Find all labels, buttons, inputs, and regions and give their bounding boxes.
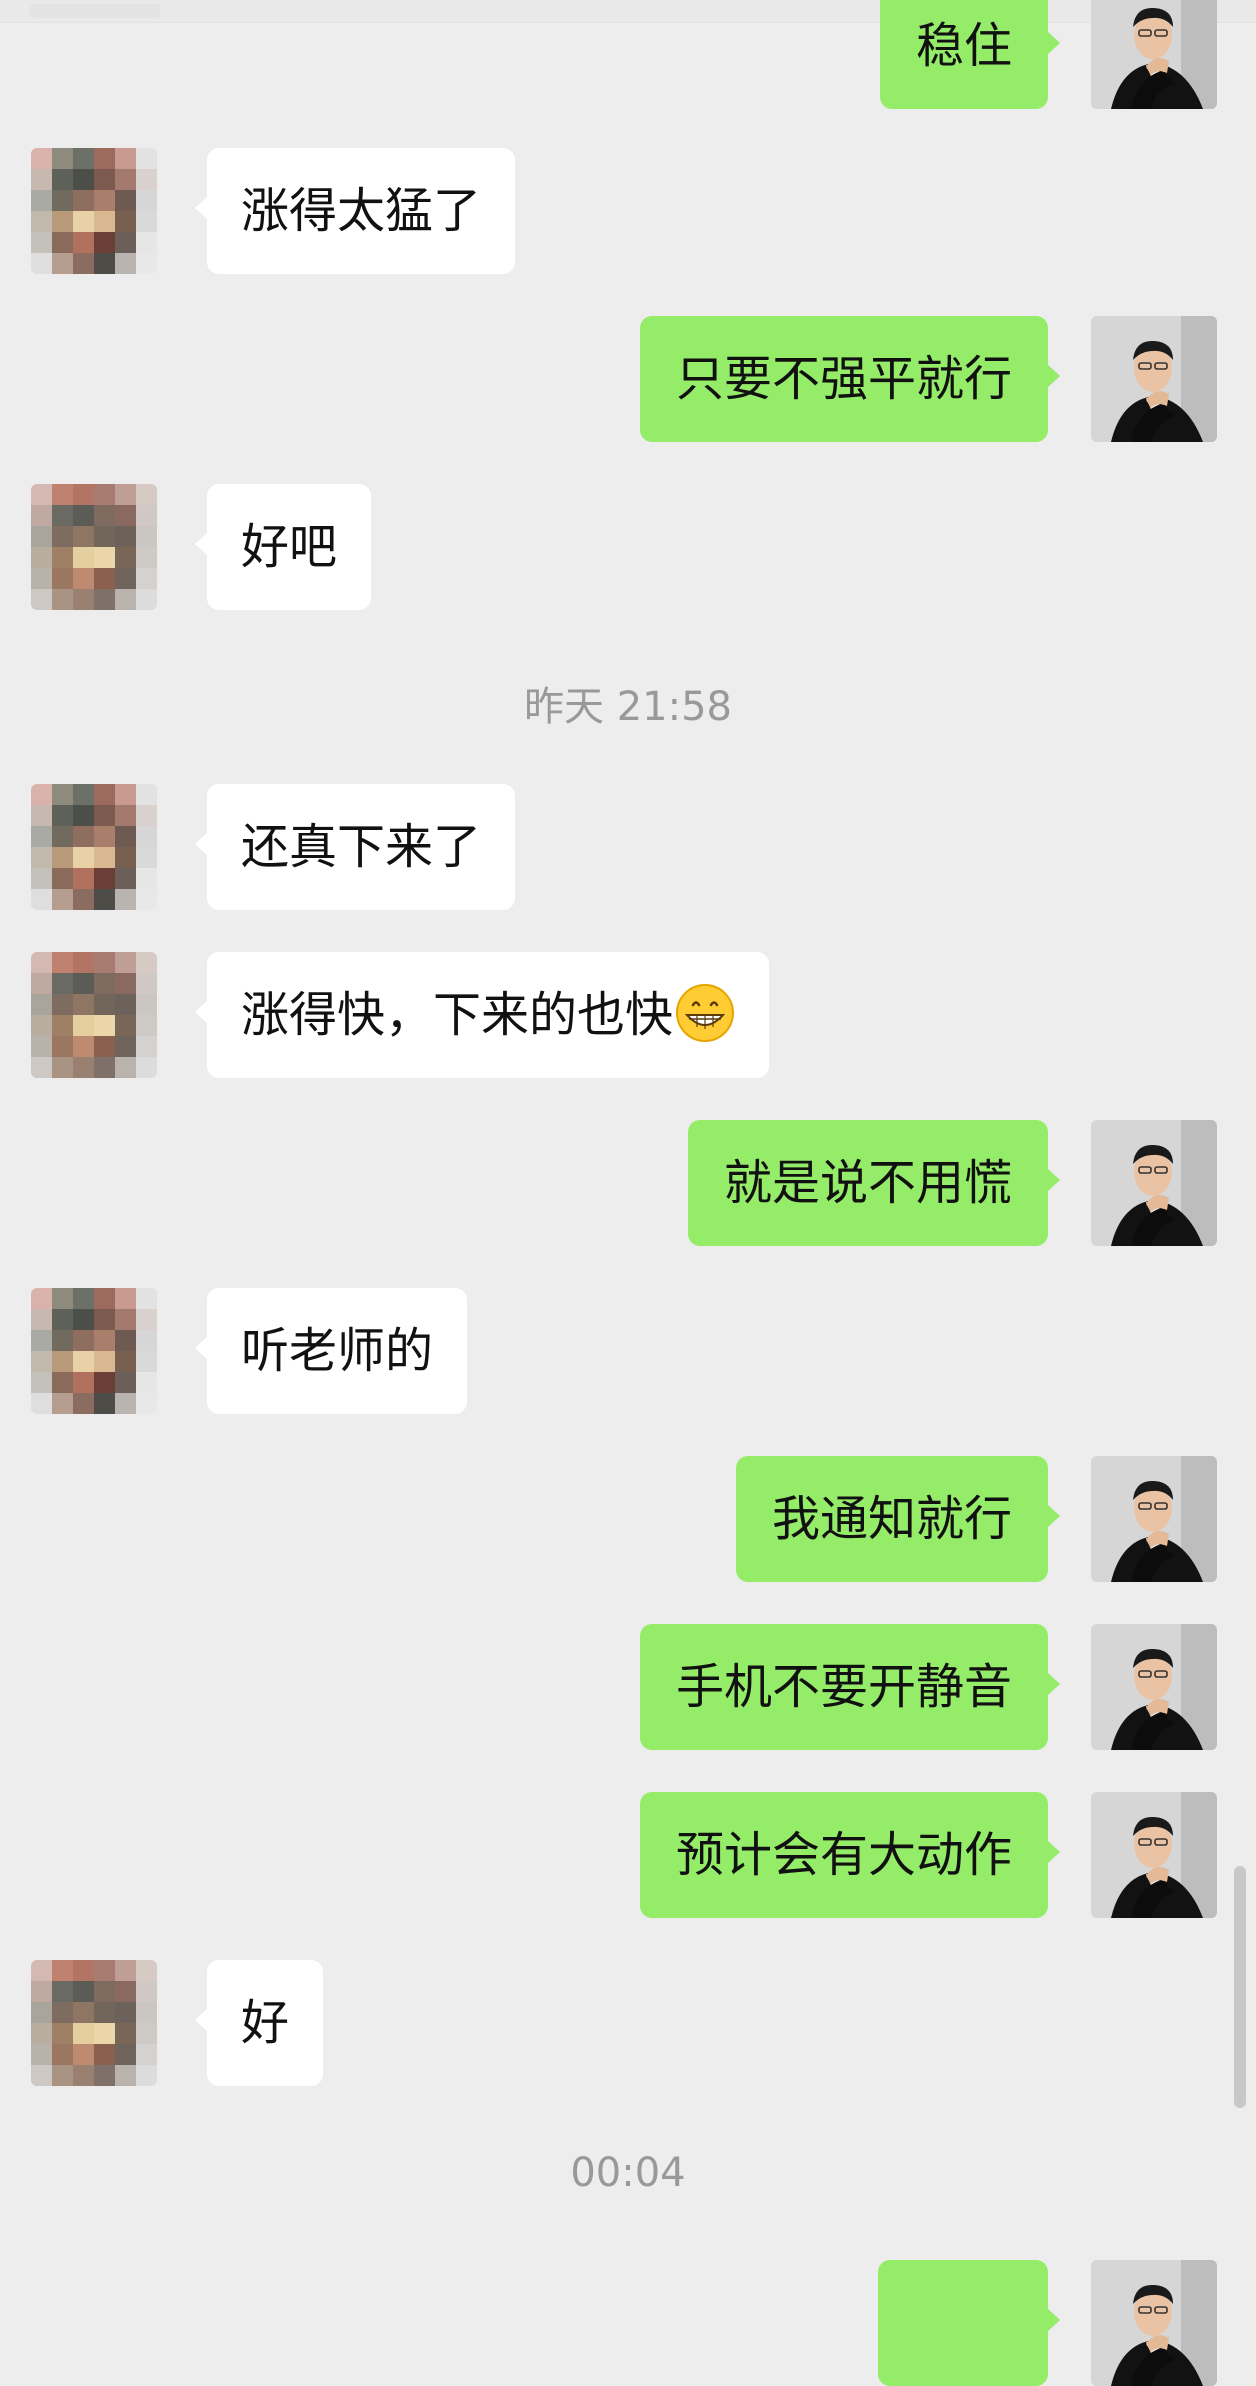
self-avatar[interactable]: [1091, 2260, 1217, 2386]
message-bubble-self[interactable]: [878, 2260, 1060, 2386]
message-text: 涨得快，下来的也快: [241, 987, 674, 1043]
message-bubble-other[interactable]: 好: [194, 1960, 324, 2086]
message-bubble-other[interactable]: 涨得太猛了: [194, 148, 516, 274]
message-bubble-self[interactable]: 预计会有大动作: [639, 1792, 1061, 1918]
self-avatar[interactable]: [1091, 0, 1217, 109]
message-bubble-self[interactable]: 稳住: [879, 0, 1061, 109]
self-avatar[interactable]: [1091, 1120, 1217, 1246]
message-bubble-other[interactable]: 还真下来了: [194, 784, 516, 910]
message-bubble-other[interactable]: 好吧: [194, 484, 372, 610]
self-avatar[interactable]: [1091, 1624, 1217, 1750]
message-bubble-self[interactable]: 我通知就行: [735, 1456, 1061, 1582]
scrollbar[interactable]: [1234, 1866, 1246, 2108]
contact-avatar[interactable]: [31, 484, 157, 610]
message-bubble-other[interactable]: 涨得快，下来的也快: [194, 952, 770, 1078]
message-bubble-self[interactable]: 手机不要开静音: [639, 1624, 1061, 1750]
top-strip-pill: [30, 4, 160, 18]
message-bubble-other[interactable]: 听老师的: [194, 1288, 468, 1414]
grinning-face-icon: [676, 984, 735, 1042]
self-avatar[interactable]: [1091, 1792, 1217, 1918]
self-avatar[interactable]: [1091, 316, 1217, 442]
top-strip: [0, 0, 1256, 23]
contact-avatar[interactable]: [31, 784, 157, 910]
contact-avatar[interactable]: [31, 952, 157, 1078]
contact-avatar[interactable]: [31, 1960, 157, 2086]
message-bubble-self[interactable]: 就是说不用慌: [687, 1120, 1061, 1246]
self-avatar[interactable]: [1091, 1456, 1217, 1582]
contact-avatar[interactable]: [31, 148, 157, 274]
timestamp-divider: 昨天 21:58: [524, 684, 732, 730]
timestamp-divider: 00:04: [570, 2150, 686, 2196]
contact-avatar[interactable]: [31, 1288, 157, 1414]
message-bubble-self[interactable]: 只要不强平就行: [639, 316, 1061, 442]
